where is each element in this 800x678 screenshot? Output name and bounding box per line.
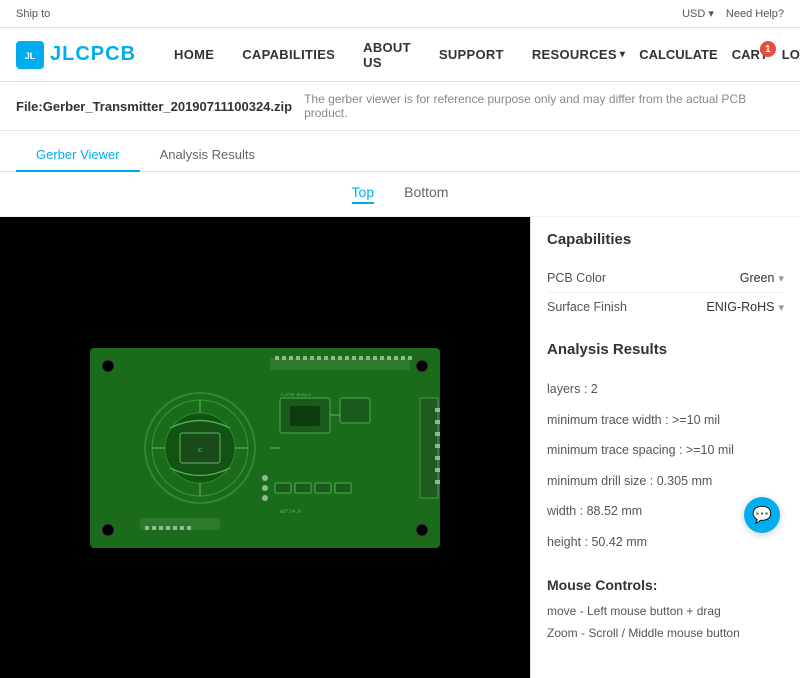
surface-finish-arrow: ▾ (778, 301, 784, 314)
svg-text:JLCPCB MODULE: JLCPCB MODULE (280, 394, 312, 398)
top-bar-right: USD ▾ Need Help? (682, 7, 784, 20)
mouse-control-0: move - Left mouse button + drag (547, 601, 784, 623)
nav-home[interactable]: HOME (160, 28, 228, 82)
view-tab-top[interactable]: Top (352, 184, 375, 204)
currency-arrow: ▾ (708, 8, 714, 20)
analysis-item-2: minimum trace spacing : >=10 mil (547, 435, 784, 466)
header: JL JLCPCB HOME CAPABILITIES ABOUT US SUP… (0, 28, 800, 82)
chat-float-button[interactable]: 💬 (744, 497, 780, 533)
surface-finish-value[interactable]: ENIG-RoHS ▾ (706, 300, 784, 314)
resources-chevron: ▾ (620, 49, 625, 60)
login-button[interactable]: LOGIN (782, 47, 800, 62)
header-right: CALCULATE CART 1 LOGIN | REGISTER (639, 47, 800, 62)
currency-selector[interactable]: USD ▾ (682, 7, 714, 20)
need-help-link[interactable]: Need Help? (726, 8, 784, 20)
capabilities-section: Capabilities PCB Color Green ▾ Surface F… (547, 231, 784, 321)
tab-analysis-results[interactable]: Analysis Results (140, 139, 275, 172)
calculate-button[interactable]: CALCULATE (639, 47, 717, 62)
main-content: IC (0, 217, 800, 678)
pcb-color-arrow: ▾ (778, 272, 784, 285)
pcb-color-value[interactable]: Green ▾ (740, 271, 784, 285)
pcb-svg: IC (80, 338, 450, 558)
top-bar: Ship to USD ▾ Need Help? (0, 0, 800, 28)
logo[interactable]: JL JLCPCB (16, 41, 136, 69)
pcb-color-row: PCB Color Green ▾ (547, 264, 784, 293)
ship-to-label: Ship to (16, 8, 50, 20)
svg-text:IC: IC (198, 448, 203, 454)
capabilities-title: Capabilities (547, 231, 784, 252)
view-tabs: Top Bottom (0, 172, 800, 217)
top-bar-left: Ship to (16, 8, 50, 20)
analysis-item-5: height : 50.42 mm (547, 527, 784, 558)
mouse-control-1: Zoom - Scroll / Middle mouse button (547, 623, 784, 645)
main-nav: HOME CAPABILITIES ABOUT US SUPPORT RESOU… (160, 28, 639, 82)
svg-text:JL: JL (25, 51, 36, 61)
file-name: File:Gerber_Transmitter_20190711100324.z… (16, 99, 292, 114)
nav-support[interactable]: SUPPORT (425, 28, 518, 82)
pcb-color-label: PCB Color (547, 271, 606, 285)
nav-about[interactable]: ABOUT US (349, 28, 425, 82)
file-bar: File:Gerber_Transmitter_20190711100324.z… (0, 82, 800, 131)
analysis-title: Analysis Results (547, 341, 784, 362)
pcb-viewer[interactable]: IC (0, 217, 530, 678)
chat-icon: 💬 (752, 505, 772, 525)
file-note: The gerber viewer is for reference purpo… (304, 92, 784, 120)
logo-text: JLCPCB (50, 43, 136, 66)
analysis-item-3: minimum drill size : 0.305 mm (547, 466, 784, 497)
tab-gerber-viewer[interactable]: Gerber Viewer (16, 139, 140, 172)
analysis-item-0: layers : 2 (547, 374, 784, 405)
right-panel: Capabilities PCB Color Green ▾ Surface F… (530, 217, 800, 678)
analysis-item-1: minimum trace width : >=10 mil (547, 405, 784, 436)
surface-finish-row: Surface Finish ENIG-RoHS ▾ (547, 293, 784, 321)
surface-finish-label: Surface Finish (547, 300, 627, 314)
nav-resources[interactable]: RESOURCES ▾ (518, 28, 639, 82)
mouse-controls-section: Mouse Controls: move - Left mouse button… (547, 577, 784, 644)
svg-text:88*24.0: 88*24.0 (280, 509, 301, 515)
view-tab-bottom[interactable]: Bottom (404, 184, 448, 204)
mouse-controls-title: Mouse Controls: (547, 577, 784, 593)
cart-badge: 1 (760, 41, 776, 57)
nav-capabilities[interactable]: CAPABILITIES (228, 28, 349, 82)
logo-icon: JL (16, 41, 44, 69)
main-tabs: Gerber Viewer Analysis Results (0, 131, 800, 172)
cart-button[interactable]: CART 1 (732, 47, 768, 62)
